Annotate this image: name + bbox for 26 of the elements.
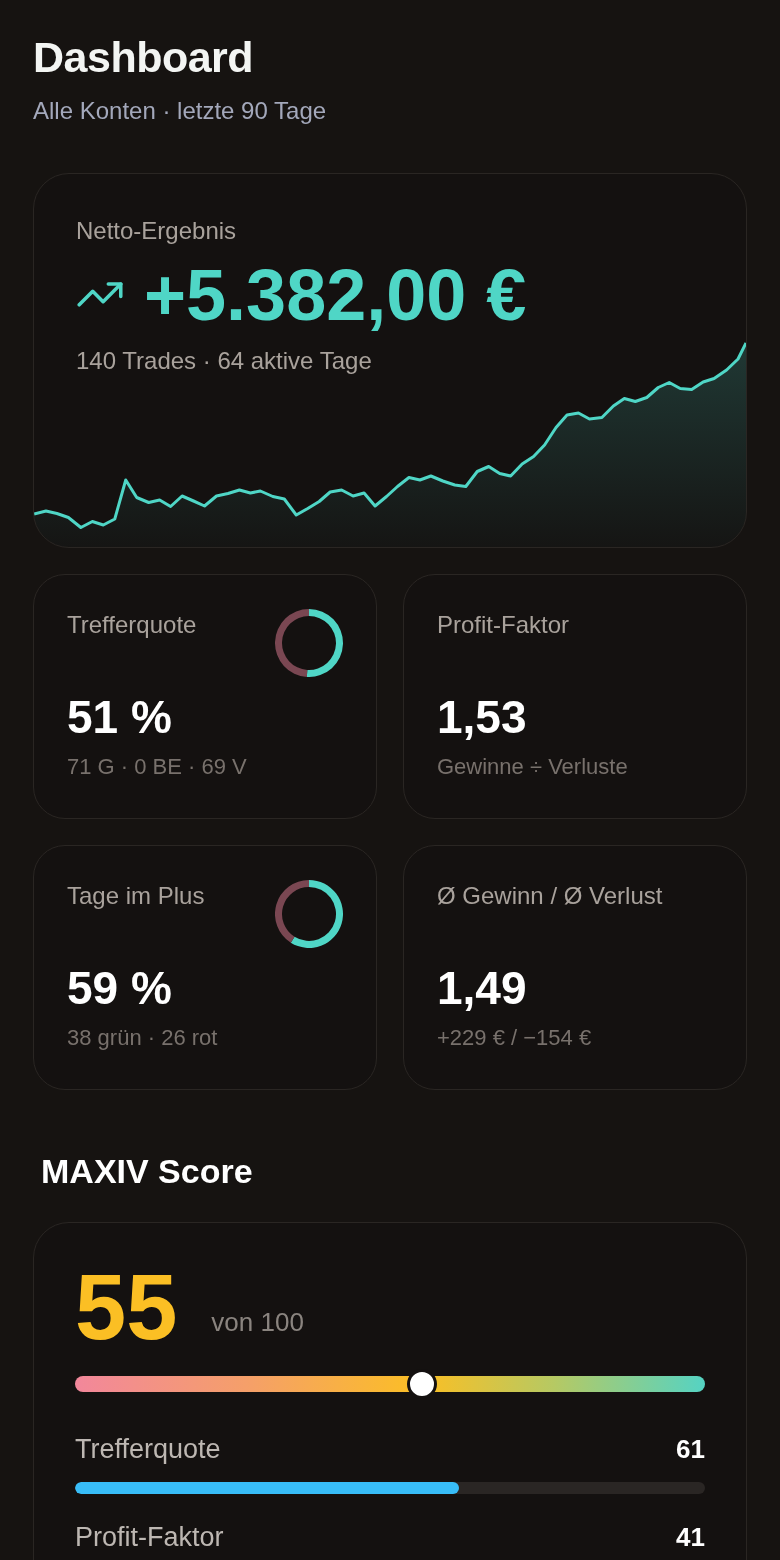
stat-value: 1,49 [437,963,527,1013]
card-label: Netto-Ergebnis [76,217,237,245]
section-title: MAXIV Score [41,1151,253,1191]
component-value: 61 [676,1433,705,1465]
stat-label: Profit-Faktor [437,611,570,639]
score-value: 55 [75,1262,178,1352]
stat-detail: +229 € / −154 € [437,1024,592,1052]
page-subtitle: Alle Konten · letzte 90 Tage [33,96,327,126]
stat-value: 59 % [67,963,172,1013]
stat-value: 51 % [67,692,172,742]
component-label: Trefferquote [75,1433,221,1465]
component-value: 41 [676,1521,705,1553]
stat-label: Tage im Plus [67,882,205,910]
stat-label: Trefferquote [67,611,197,639]
donut-slice [275,609,309,677]
net-result-value: +5.382,00 € [144,259,527,331]
summary-text: 140 Trades · 64 aktive Tage [76,346,372,376]
score-scale: von 100 [211,1307,304,1337]
stat-detail: 71 G · 0 BE · 69 V [67,753,247,781]
stat-value: 1,53 [437,692,527,742]
stat-detail: 38 grün · 26 rot [67,1024,218,1052]
stat-detail: Gewinne ÷ Verluste [437,753,628,781]
donut-slice [306,609,343,677]
page-title: Dashboard [33,33,254,82]
component-label: Profit-Faktor [75,1521,224,1553]
stat-label: Ø Gewinn / Ø Verlust [437,882,663,910]
